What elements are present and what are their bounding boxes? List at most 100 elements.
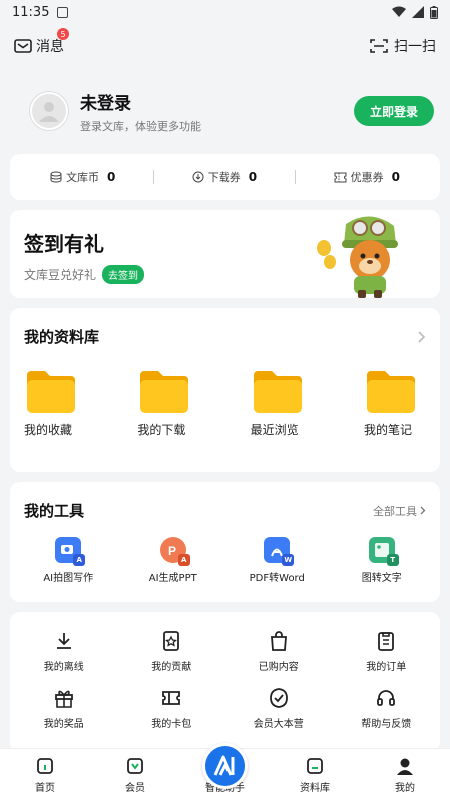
tool-mini-badge: A — [177, 554, 190, 566]
service-label: 已购内容 — [258, 662, 299, 673]
service-label: 我的订单 — [366, 662, 407, 673]
library-item-label: 我的收藏 — [24, 423, 73, 437]
pdf-to-word-icon: W — [264, 537, 295, 566]
library-item-notes[interactable]: 我的笔记 — [364, 369, 424, 438]
tool-ai-photo-writing[interactable]: A AI拍图写作 — [20, 537, 116, 584]
library-item-label: 我的笔记 — [363, 423, 412, 437]
purchased-bag-icon — [270, 631, 287, 651]
messages-badge: 5 — [57, 28, 69, 40]
tool-label: AI生成PPT — [148, 573, 197, 584]
tool-mini-badge: T — [386, 554, 399, 566]
tool-mini-badge: W — [282, 554, 295, 566]
signal-icon — [412, 6, 424, 18]
tools-title: 我的工具 — [24, 502, 85, 520]
ai-ppt-icon: P A — [159, 537, 190, 566]
offline-download-icon — [56, 633, 71, 649]
notification-icon — [57, 6, 69, 18]
tools-card: 我的工具 全部工具 A AI拍图写作 P A AI生成PPT W PDF转Wor… — [10, 482, 440, 602]
scan-label: 扫一扫 — [394, 39, 436, 55]
lion-mascot-icon — [317, 216, 398, 298]
headset-icon — [377, 690, 396, 706]
service-label: 我的卡包 — [151, 719, 192, 730]
library-title: 我的资料库 — [24, 328, 100, 346]
tool-label: PDF转Word — [249, 573, 305, 584]
tab-library[interactable]: 资料库 — [280, 756, 350, 794]
stat-coins[interactable]: 文库币 0 — [50, 169, 115, 185]
member-camp-icon — [269, 688, 288, 708]
stat-download-label: 下载券 — [207, 171, 241, 184]
battery-icon — [430, 5, 438, 19]
stat-download-tickets[interactable]: 下载券 0 — [192, 169, 257, 185]
home-icon — [37, 758, 53, 774]
svg-text:P: P — [168, 544, 176, 558]
stat-coupons[interactable]: 优惠券 0 — [334, 169, 400, 185]
signin-card[interactable]: 签到有礼 文库豆兑好礼 去签到 — [10, 210, 440, 298]
go-signin-button[interactable]: 去签到 — [102, 265, 145, 284]
tab-label: 会员 — [125, 783, 145, 794]
assistant-logo-icon — [202, 743, 248, 789]
login-button[interactable]: 立即登录 — [353, 96, 434, 126]
tool-pdf-to-word[interactable]: W PDF转Word — [229, 537, 325, 584]
folder-icon — [366, 371, 415, 413]
stats-card: 文库币 0 下载券 0 优惠券 0 — [10, 154, 440, 200]
user-icon — [397, 758, 413, 775]
service-label: 帮助与反馈 — [361, 719, 412, 730]
user-placeholder-icon — [39, 102, 59, 122]
all-tools-link[interactable]: 全部工具 — [373, 503, 426, 519]
avatar[interactable] — [30, 92, 68, 130]
tool-image-to-text[interactable]: T 图转文字 — [334, 537, 430, 584]
library-item-downloads[interactable]: 我的下载 — [137, 369, 197, 438]
profile-section: 未登录 登录文库，体验更多功能 立即登录 — [0, 68, 450, 154]
tool-ai-ppt[interactable]: P A AI生成PPT — [125, 537, 221, 584]
chevron-right-icon — [420, 506, 426, 515]
tool-label: 图转文字 — [361, 573, 402, 584]
messages-button[interactable]: 消息 5 — [14, 28, 69, 56]
services-card: 我的离线 我的贡献 已购内容 我的订单 我的奖品 我的卡包 会员大本营 帮助与反… — [10, 612, 440, 752]
status-bar: 11:35 — [0, 0, 450, 24]
library-item-favorites[interactable]: 我的收藏 — [24, 369, 84, 438]
service-label: 会员大本营 — [253, 719, 304, 730]
divider — [153, 170, 155, 184]
service-label: 我的离线 — [43, 662, 84, 673]
tab-mine[interactable]: 我的 — [370, 756, 440, 794]
tab-label: 我的 — [395, 783, 415, 794]
service-purchased[interactable]: 已购内容 — [239, 630, 319, 673]
profile-name: 未登录 — [80, 93, 131, 114]
folder-icon — [140, 371, 189, 413]
service-card-pack[interactable]: 我的卡包 — [131, 687, 211, 730]
tool-mini-badge: A — [73, 554, 86, 566]
chevron-right-icon[interactable] — [418, 330, 426, 343]
service-offline[interactable]: 我的离线 — [24, 630, 104, 673]
tab-home[interactable]: 首页 — [10, 756, 80, 794]
ai-photo-writing-icon: A — [55, 537, 86, 566]
signin-subtitle: 文库豆兑好礼 — [24, 268, 97, 282]
stat-coupons-value: 0 — [391, 170, 400, 184]
scan-button[interactable]: 扫一扫 — [370, 36, 436, 56]
folder-icon — [27, 371, 75, 413]
tab-member[interactable]: 会员 — [100, 756, 170, 794]
contribution-icon — [163, 631, 180, 651]
card-pack-icon — [162, 691, 181, 705]
service-label: 我的贡献 — [151, 662, 192, 673]
service-help-feedback[interactable]: 帮助与反馈 — [346, 687, 426, 730]
tab-label: 资料库 — [300, 783, 330, 794]
service-label: 我的奖品 — [43, 719, 84, 730]
stat-download-value: 0 — [248, 170, 258, 184]
stat-coins-value: 0 — [107, 170, 116, 184]
service-contribution[interactable]: 我的贡献 — [131, 630, 211, 673]
order-clipboard-icon — [378, 632, 395, 651]
stat-coupons-label: 优惠券 — [350, 171, 384, 184]
image-to-text-icon: T — [368, 537, 399, 566]
member-icon — [127, 758, 143, 774]
library-icon — [307, 758, 323, 774]
profile-subtitle: 登录文库，体验更多功能 — [80, 119, 201, 133]
service-member-camp[interactable]: 会员大本营 — [239, 687, 319, 730]
library-item-label: 最近浏览 — [250, 423, 299, 437]
tab-assistant[interactable]: 智能助手 — [190, 743, 260, 794]
library-card: 我的资料库 我的收藏 我的下载 最近浏览 我的笔记 — [10, 308, 440, 472]
service-orders[interactable]: 我的订单 — [346, 630, 426, 673]
library-item-recent[interactable]: 最近浏览 — [251, 369, 311, 438]
service-prizes[interactable]: 我的奖品 — [24, 687, 104, 730]
scan-icon — [370, 39, 388, 53]
wifi-icon — [392, 6, 406, 17]
